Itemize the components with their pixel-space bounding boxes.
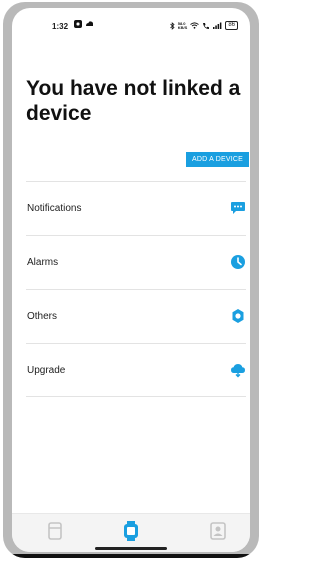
gear-icon	[232, 309, 244, 323]
nav-card-icon[interactable]	[44, 521, 66, 541]
home-indicator[interactable]	[95, 547, 167, 550]
menu-item-notifications[interactable]: Notifications	[26, 181, 246, 235]
bluetooth-icon	[169, 21, 175, 30]
network-speed: 58.0 KB/S	[177, 20, 188, 30]
status-right-icons: 58.0 KB/S 86	[169, 20, 238, 30]
bottom-nav	[12, 513, 250, 552]
menu-item-upgrade[interactable]: Upgrade	[26, 343, 246, 397]
clock-icon	[231, 255, 245, 269]
phone-frame: 1:32 58.0 KB/S 86 You have not linked a …	[3, 2, 259, 558]
status-bar: 1:32 58.0 KB/S 86	[12, 8, 250, 36]
menu-item-others[interactable]: Others	[26, 289, 246, 343]
status-time: 1:32	[52, 22, 69, 31]
settings-menu: Notifications Alarms Others Upgrade	[26, 181, 246, 397]
menu-item-label: Alarms	[27, 257, 59, 268]
cloud-download-icon	[231, 364, 245, 378]
menu-item-label: Upgrade	[27, 365, 66, 376]
call-icon	[203, 22, 210, 29]
notification-app-icon	[74, 20, 82, 28]
menu-item-alarms[interactable]: Alarms	[26, 235, 246, 289]
nav-watch-icon[interactable]	[120, 521, 142, 541]
nav-profile-icon[interactable]	[207, 521, 229, 541]
menu-item-label: Others	[27, 311, 58, 322]
weather-icon	[86, 21, 94, 26]
menu-item-label: Notifications	[27, 203, 82, 214]
battery-indicator: 86	[225, 21, 238, 30]
chat-bubble-icon	[231, 202, 245, 214]
add-device-button[interactable]: ADD A DEVICE	[185, 152, 249, 167]
device-bottom-edge	[3, 554, 259, 558]
app-screen: 1:32 58.0 KB/S 86 You have not linked a …	[12, 8, 250, 552]
status-app-icons	[74, 20, 94, 28]
wifi-icon	[190, 22, 200, 29]
page-title: You have not linked a device	[26, 77, 241, 125]
signal-icon	[213, 22, 222, 29]
